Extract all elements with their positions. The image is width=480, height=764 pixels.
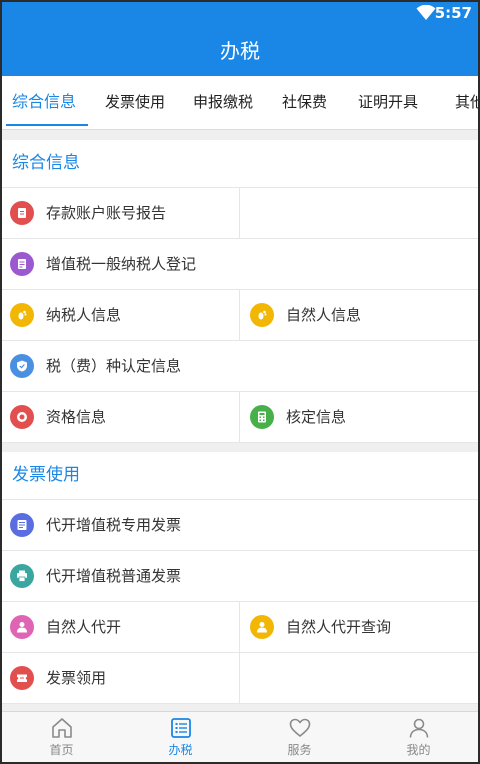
tab-other[interactable]: 其他 — [455, 76, 478, 130]
list-row: 代开增值税普通发票 — [2, 551, 478, 602]
list-row: 自然人代开 自然人代开查询 — [2, 602, 478, 653]
person-icon — [10, 615, 34, 639]
page-title: 办税 — [220, 39, 260, 63]
bottom-navigation: 首页 办税 服务 我的 — [2, 711, 478, 762]
app-frame: 5:57 办税 综合信息 发票使用 申报缴税 社保费 证明开具 其他 综合信息 … — [0, 0, 480, 764]
tab-certificate[interactable]: 证明开具 — [358, 76, 418, 130]
invoice-icon — [10, 513, 34, 537]
list-icon — [171, 718, 191, 738]
menu-item-tax-type-determination[interactable]: 税（费）种认定信息 — [2, 341, 478, 391]
nav-label: 我的 — [406, 743, 431, 757]
form-icon — [10, 252, 34, 276]
menu-item-label: 税（费）种认定信息 — [46, 357, 182, 375]
menu-item-assessment-info[interactable]: 核定信息 — [240, 392, 478, 442]
nav-home[interactable]: 首页 — [2, 712, 121, 762]
menu-item-invoice-collection[interactable]: 发票领用 — [2, 653, 240, 703]
menu-item-vat-general-invoice[interactable]: 代开增值税普通发票 — [2, 551, 478, 601]
ticket-icon — [10, 666, 34, 690]
menu-item-label: 自然人信息 — [286, 306, 362, 324]
calculator-icon — [250, 405, 274, 429]
heart-icon — [289, 718, 311, 737]
menu-item-bank-account-report[interactable]: 存款账户账号报告 — [2, 188, 240, 238]
menu-item-label: 自然人代开查询 — [286, 618, 392, 636]
section-header-invoice-use: 发票使用 — [2, 452, 478, 500]
nav-tax[interactable]: 办税 — [121, 712, 240, 762]
section-header-general-info: 综合信息 — [2, 140, 478, 188]
status-time: 5:57 — [434, 4, 472, 22]
app-bar: 办税 — [2, 26, 478, 76]
nav-label: 首页 — [49, 743, 74, 757]
footprint-icon — [250, 303, 274, 327]
list-row: 税（费）种认定信息 — [2, 341, 478, 392]
menu-item-label: 增值税一般纳税人登记 — [46, 255, 197, 273]
menu-item-label: 发票领用 — [46, 669, 107, 687]
active-tab-indicator — [6, 124, 88, 126]
home-icon — [52, 718, 72, 738]
menu-item-vat-special-invoice[interactable]: 代开增值税专用发票 — [2, 500, 478, 550]
tab-invoice-use[interactable]: 发票使用 — [105, 76, 165, 130]
nav-service[interactable]: 服务 — [240, 712, 359, 762]
nav-label: 服务 — [287, 743, 312, 757]
menu-item-vat-general-taxpayer[interactable]: 增值税一般纳税人登记 — [2, 239, 478, 289]
tab-tax-filing[interactable]: 申报缴税 — [193, 76, 253, 130]
footprint-icon — [10, 303, 34, 327]
document-icon — [10, 201, 34, 225]
tab-social-insurance[interactable]: 社保费 — [282, 76, 327, 130]
section-title: 综合信息 — [12, 153, 80, 173]
menu-item-label: 核定信息 — [286, 408, 347, 426]
menu-item-natural-person-issue[interactable]: 自然人代开 — [2, 602, 240, 652]
section-title: 发票使用 — [12, 465, 80, 485]
menu-item-label: 自然人代开 — [46, 618, 122, 636]
menu-item-label: 代开增值税普通发票 — [46, 567, 182, 585]
menu-item-taxpayer-info[interactable]: 纳税人信息 — [2, 290, 240, 340]
category-tab-bar: 综合信息 发票使用 申报缴税 社保费 证明开具 其他 — [2, 76, 478, 130]
list-row: 资格信息 核定信息 — [2, 392, 478, 443]
menu-item-label: 纳税人信息 — [46, 306, 122, 324]
tab-divider — [2, 129, 478, 130]
person-icon — [250, 615, 274, 639]
menu-item-label: 存款账户账号报告 — [46, 204, 167, 222]
list-row: 发票领用 — [2, 653, 478, 704]
wifi-icon — [416, 5, 436, 20]
list-row: 增值税一般纳税人登记 — [2, 239, 478, 290]
printer-icon — [10, 564, 34, 588]
menu-item-natural-person-issue-query[interactable]: 自然人代开查询 — [240, 602, 478, 652]
menu-item-label: 代开增值税专用发票 — [46, 516, 182, 534]
menu-item-qualification-info[interactable]: 资格信息 — [2, 392, 240, 442]
nav-label: 办税 — [168, 743, 193, 757]
menu-item-natural-person-info[interactable]: 自然人信息 — [240, 290, 478, 340]
nav-mine[interactable]: 我的 — [359, 712, 478, 762]
tab-general-info[interactable]: 综合信息 — [12, 76, 76, 130]
badge-icon — [10, 405, 34, 429]
status-bar: 5:57 — [2, 2, 478, 26]
list-row: 纳税人信息 自然人信息 — [2, 290, 478, 341]
list-row: 存款账户账号报告 — [2, 188, 478, 239]
menu-item-label: 资格信息 — [46, 408, 107, 426]
shield-icon — [10, 354, 34, 378]
user-icon — [409, 718, 429, 738]
list-row: 代开增值税专用发票 — [2, 500, 478, 551]
